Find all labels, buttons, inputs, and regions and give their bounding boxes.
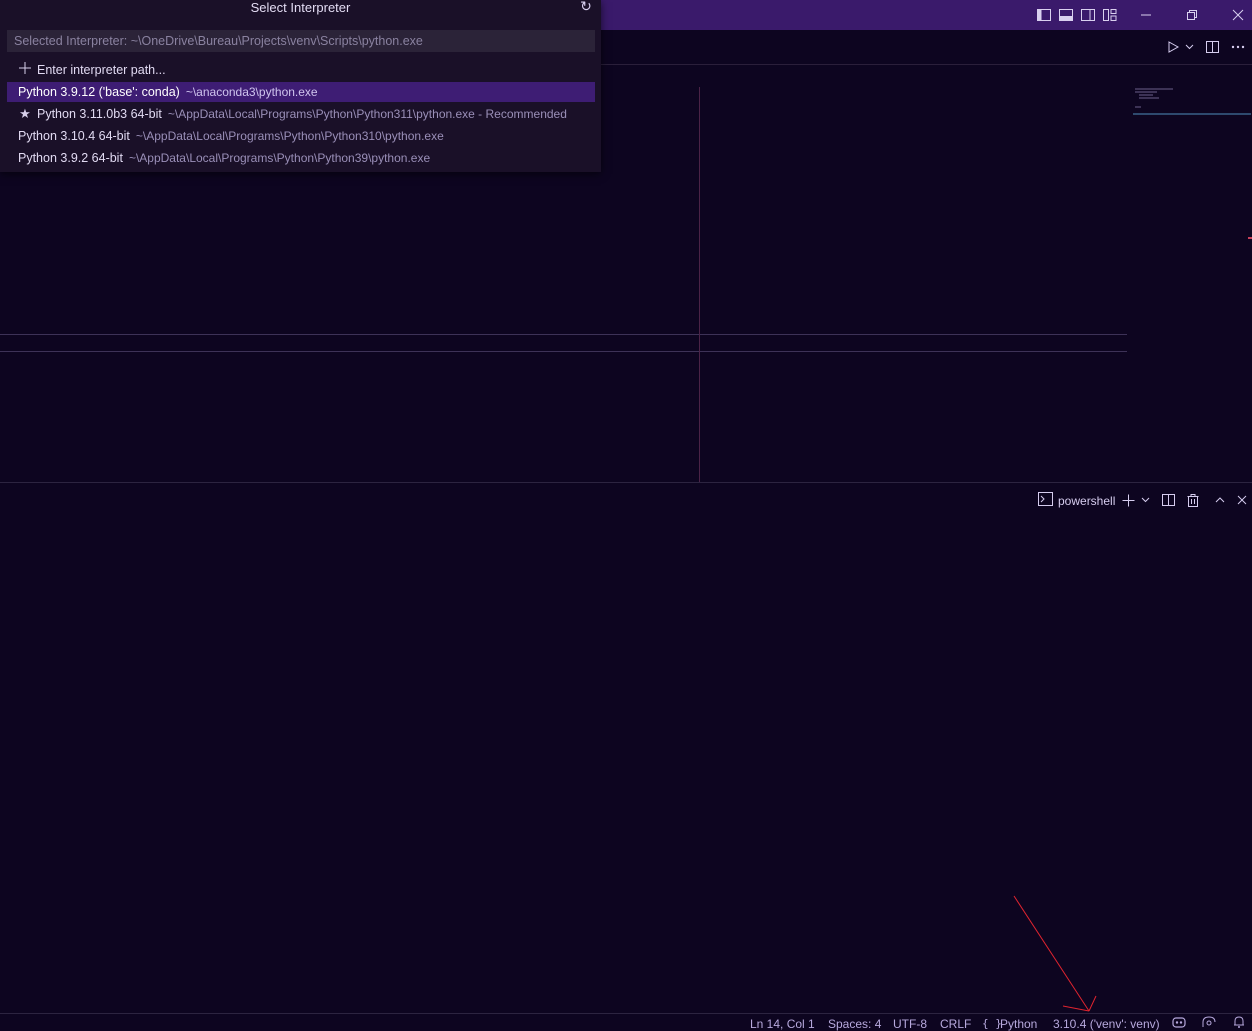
indentation[interactable]: Spaces: 4 [828, 1017, 881, 1031]
minimize-icon[interactable] [1135, 4, 1157, 26]
minimap[interactable] [1133, 86, 1251, 116]
more-actions-icon[interactable] [1228, 37, 1248, 57]
notifications-icon[interactable] [1233, 1016, 1245, 1031]
refresh-icon[interactable]: ↻ [577, 0, 595, 16]
language-braces-icon: { } [982, 1017, 1002, 1030]
language-mode[interactable]: Python [1000, 1017, 1037, 1031]
interpreter-item-python-3-11-0b3[interactable]: ★ Python 3.11.0b3 64-bit ~\AppData\Local… [7, 104, 595, 124]
select-interpreter-quick-pick: Select Interpreter ↻ Enter interpreter p… [0, 0, 601, 172]
run-dropdown-icon[interactable] [1179, 37, 1199, 57]
toggle-secondary-sidebar-icon[interactable] [1077, 4, 1099, 26]
kill-terminal-icon[interactable] [1183, 491, 1203, 509]
toggle-primary-sidebar-icon[interactable] [1033, 4, 1055, 26]
editor-divider-line [0, 334, 1127, 335]
encoding[interactable]: UTF-8 [893, 1017, 927, 1031]
interpreter-item-python-3-10-4[interactable]: Python 3.10.4 64-bit ~\AppData\Local\Pro… [7, 126, 595, 146]
item-description: ~\anaconda3\python.exe [185, 85, 318, 99]
item-label: Python 3.9.2 64-bit [18, 151, 123, 165]
item-description: ~\AppData\Local\Programs\Python\Python31… [135, 129, 444, 143]
terminal-selector[interactable]: powershell [1038, 492, 1115, 509]
toggle-panel-icon[interactable] [1055, 4, 1077, 26]
annotation-arrow [1013, 895, 1097, 1012]
item-description: ~\AppData\Local\Programs\Python\Python39… [128, 151, 431, 165]
split-terminal-icon[interactable] [1158, 491, 1178, 509]
python-interpreter[interactable]: 3.10.4 ('venv': venv) [1053, 1017, 1160, 1031]
terminal-icon [1038, 492, 1053, 509]
enter-interpreter-path-item[interactable]: Enter interpreter path... [7, 60, 595, 80]
terminal-dropdown-icon[interactable] [1135, 491, 1155, 509]
maximize-panel-icon[interactable] [1210, 491, 1230, 509]
end-of-line[interactable]: CRLF [940, 1017, 971, 1031]
item-description: ~\AppData\Local\Programs\Python\Python31… [167, 107, 567, 121]
close-panel-icon[interactable] [1232, 491, 1252, 509]
editor-divider-line [0, 351, 1127, 352]
customize-layout-icon[interactable] [1099, 4, 1121, 26]
interpreter-search-input[interactable] [7, 30, 595, 52]
copilot-icon[interactable] [1172, 1016, 1186, 1031]
terminal-name: powershell [1058, 493, 1116, 508]
feedback-icon[interactable] [1202, 1016, 1216, 1031]
item-label: Python 3.9.12 ('base': conda) [18, 85, 180, 99]
add-icon [18, 62, 32, 78]
interpreter-item-python-3-9-12-conda[interactable]: Python 3.9.12 ('base': conda) ~\anaconda… [7, 82, 595, 102]
restore-icon[interactable] [1181, 4, 1203, 26]
quick-pick-title: Select Interpreter [250, 0, 351, 15]
editor-ruler [699, 87, 700, 482]
split-editor-icon[interactable] [1202, 37, 1222, 57]
interpreter-item-python-3-9-2[interactable]: Python 3.9.2 64-bit ~\AppData\Local\Prog… [7, 148, 595, 168]
cursor-position[interactable]: Ln 14, Col 1 [750, 1017, 815, 1031]
item-label: Python 3.11.0b3 64-bit [37, 107, 162, 121]
item-label: Enter interpreter path... [37, 63, 166, 77]
star-icon: ★ [19, 106, 31, 122]
scrollbar-marker [1248, 237, 1252, 239]
item-label: Python 3.10.4 64-bit [18, 129, 130, 143]
close-icon[interactable] [1227, 4, 1249, 26]
